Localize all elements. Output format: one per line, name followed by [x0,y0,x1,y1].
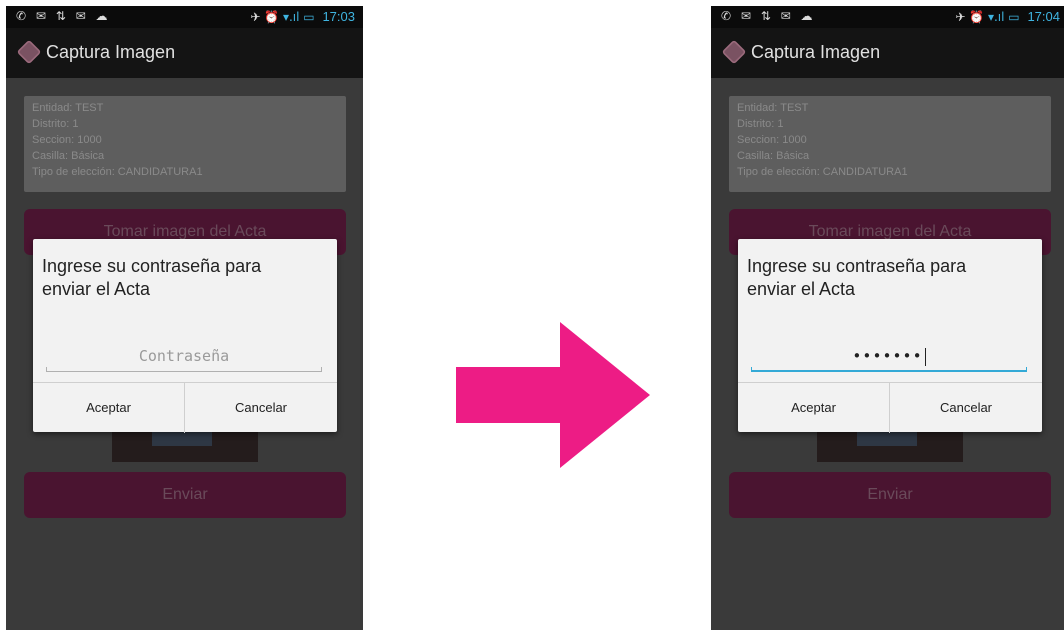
text-cursor [924,347,926,366]
accept-button[interactable]: Aceptar [738,383,890,433]
accept-button[interactable]: Aceptar [33,383,185,433]
system-icons: ✈ ⏰ ▾.ıl ▭ 17:04 [955,9,1060,24]
password-dialog: Ingrese su contraseña para enviar el Act… [33,239,337,433]
info-tipo: Tipo de elección: CANDIDATURA1 [737,166,908,178]
action-bar: Captura Imagen [711,28,1064,78]
dialog-actions: Aceptar Cancelar [738,382,1042,433]
dialog-message: Ingrese su contraseña para enviar el Act… [747,256,967,299]
app-logo-icon [721,39,747,65]
password-value: ••••••• [852,347,923,365]
info-casilla: Casilla: Básica [32,150,105,162]
info-entidad: Entidad: TEST [32,102,104,114]
notification-icons: ✆ ✉ ⇅ ✉ ☁ [16,9,111,23]
system-icons: ✈ ⏰ ▾.ıl ▭ 17:03 [250,9,355,24]
send-button[interactable]: Enviar [24,472,346,518]
phone-screen-after: ✆ ✉ ⇅ ✉ ☁ ✈ ⏰ ▾.ıl ▭ 17:04 Captura Image… [711,6,1064,630]
cancel-button[interactable]: Cancelar [185,383,337,433]
info-distrito: Distrito: 1 [32,118,79,130]
info-distrito: Distrito: 1 [737,118,784,130]
info-seccion: Seccion: 1000 [737,134,807,146]
info-panel: Entidad: TEST Distrito: 1 Seccion: 1000 … [24,96,346,192]
info-panel: Entidad: TEST Distrito: 1 Seccion: 1000 … [729,96,1051,192]
app-logo-icon [16,39,42,65]
info-entidad: Entidad: TEST [737,102,809,114]
status-bar: ✆ ✉ ⇅ ✉ ☁ ✈ ⏰ ▾.ıl ▭ 17:04 [711,6,1064,28]
send-button[interactable]: Enviar [729,472,1051,518]
phone-screen-before: ✆ ✉ ⇅ ✉ ☁ ✈ ⏰ ▾.ıl ▭ 17:03 Captura Image… [6,6,363,630]
info-seccion: Seccion: 1000 [32,134,102,146]
info-casilla: Casilla: Básica [737,150,810,162]
system-status-icons: ✈ ⏰ [250,10,283,24]
signal-battery-icon: ▾.ıl ▭ [987,10,1020,24]
status-time: 17:04 [1027,9,1060,24]
password-dialog: Ingrese su contraseña para enviar el Act… [738,239,1042,433]
password-input[interactable]: Contraseña [46,342,322,372]
dialog-message: Ingrese su contraseña para enviar el Act… [42,256,262,299]
password-input[interactable]: ••••••• [751,342,1027,372]
password-placeholder: Contraseña [138,347,230,365]
app-title: Captura Imagen [46,42,176,62]
cancel-button[interactable]: Cancelar [890,383,1042,433]
action-bar: Captura Imagen [6,28,363,78]
notification-icons: ✆ ✉ ⇅ ✉ ☁ [721,9,816,23]
status-bar: ✆ ✉ ⇅ ✉ ☁ ✈ ⏰ ▾.ıl ▭ 17:03 [6,6,363,28]
signal-battery-icon: ▾.ıl ▭ [282,10,315,24]
status-time: 17:03 [322,9,355,24]
system-status-icons: ✈ ⏰ [955,10,988,24]
right-arrow-icon [456,322,650,468]
app-title: Captura Imagen [751,42,881,62]
info-tipo: Tipo de elección: CANDIDATURA1 [32,166,203,178]
dialog-actions: Aceptar Cancelar [33,382,337,433]
